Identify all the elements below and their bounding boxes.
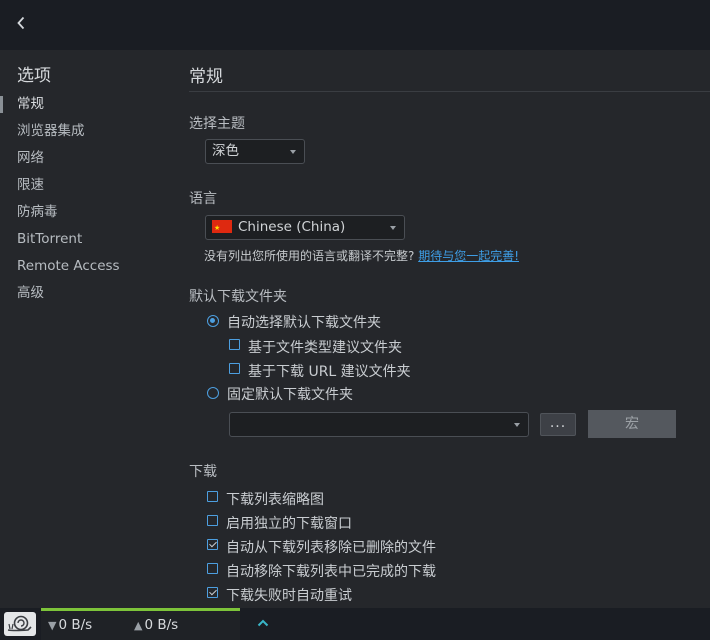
- remove-deleted-checkbox[interactable]: [207, 539, 218, 550]
- auto-retry-checkbox[interactable]: [207, 587, 218, 598]
- fixed-folder-option-label[interactable]: 固定默认下载文件夹: [227, 384, 353, 404]
- folder-by-type-checkbox[interactable]: [229, 339, 240, 350]
- theme-select[interactable]: 深色: [205, 139, 305, 164]
- sidebar-title: 选项: [17, 66, 51, 86]
- list-thumbnails-checkbox[interactable]: [207, 491, 218, 502]
- sidebar-item-bittorrent[interactable]: BitTorrent: [0, 226, 172, 253]
- chevron-left-icon[interactable]: [12, 14, 30, 36]
- auto-folder-option-label[interactable]: 自动选择默认下载文件夹: [227, 312, 381, 332]
- language-select[interactable]: Chinese (China): [205, 215, 405, 240]
- sidebar-item-general[interactable]: 常规: [0, 91, 172, 118]
- sidebar-item-browser-integration[interactable]: 浏览器集成: [0, 118, 172, 145]
- sidebar-nav: 常规 浏览器集成 网络 限速 防病毒 BitTorrent Remote Acc…: [0, 91, 172, 307]
- snail-icon[interactable]: [4, 612, 36, 636]
- separate-window-label[interactable]: 启用独立的下载窗口: [226, 513, 352, 533]
- status-bar: ▼ 0 B/s ▲ 0 B/s: [0, 608, 710, 640]
- sidebar-item-speed-limit[interactable]: 限速: [0, 172, 172, 199]
- theme-select-value: 深色: [212, 143, 239, 159]
- chevron-down-icon: [390, 226, 396, 230]
- macro-button[interactable]: 宏: [588, 410, 676, 438]
- language-select-value: Chinese (China): [238, 219, 346, 235]
- help-translate-link[interactable]: 期待与您一起完善!: [418, 249, 519, 263]
- options-sidebar: 选项 常规 浏览器集成 网络 限速 防病毒 BitTorrent Remote …: [0, 50, 172, 608]
- theme-label: 选择主题: [189, 116, 245, 132]
- china-flag-icon: [212, 217, 232, 240]
- fixed-folder-radio[interactable]: [207, 387, 219, 399]
- remove-completed-label[interactable]: 自动移除下载列表中已完成的下载: [226, 561, 436, 581]
- language-note: 没有列出您所使用的语言或翻译不完整? 期待与您一起完善!: [204, 247, 519, 264]
- sidebar-item-antivirus[interactable]: 防病毒: [0, 199, 172, 226]
- download-speed: ▼ 0 B/s: [48, 617, 92, 633]
- language-note-text: 没有列出您所使用的语言或翻译不完整?: [204, 249, 415, 263]
- down-arrow-icon: ▼: [48, 619, 57, 632]
- remove-deleted-label[interactable]: 自动从下载列表移除已删除的文件: [226, 537, 436, 557]
- sidebar-item-network[interactable]: 网络: [0, 145, 172, 172]
- chevron-down-icon: [514, 423, 520, 427]
- folder-by-url-label[interactable]: 基于下载 URL 建议文件夹: [248, 361, 411, 381]
- folder-path-select[interactable]: [229, 412, 529, 437]
- speed-panel: ▼ 0 B/s ▲ 0 B/s: [41, 608, 269, 640]
- top-bar: [0, 0, 710, 50]
- language-label: 语言: [189, 191, 217, 207]
- page-title: 常规: [189, 67, 223, 87]
- download-folder-label: 默认下载文件夹: [189, 289, 287, 305]
- general-settings-panel: 常规 选择主题 深色 语言 Chinese (China) 没有列出您所使用的语…: [172, 50, 710, 608]
- title-divider: [189, 91, 710, 92]
- upload-speed: ▲ 0 B/s: [134, 617, 178, 633]
- folder-by-type-label[interactable]: 基于文件类型建议文件夹: [248, 337, 402, 357]
- auto-retry-label[interactable]: 下载失败时自动重试: [226, 585, 352, 605]
- chevron-up-icon[interactable]: [257, 617, 269, 632]
- separate-window-checkbox[interactable]: [207, 515, 218, 526]
- up-arrow-icon: ▲: [134, 619, 143, 632]
- list-thumbnails-label[interactable]: 下载列表缩略图: [226, 489, 324, 509]
- downloads-label: 下载: [189, 464, 217, 480]
- sidebar-item-advanced[interactable]: 高级: [0, 280, 172, 307]
- auto-folder-radio[interactable]: [207, 315, 219, 327]
- chevron-down-icon: [290, 150, 296, 154]
- browse-folder-button[interactable]: ...: [540, 413, 576, 436]
- sidebar-item-remote-access[interactable]: Remote Access: [0, 253, 172, 280]
- upload-speed-value: 0 B/s: [144, 617, 179, 633]
- folder-by-url-checkbox[interactable]: [229, 363, 240, 374]
- download-speed-value: 0 B/s: [58, 617, 93, 633]
- remove-completed-checkbox[interactable]: [207, 563, 218, 574]
